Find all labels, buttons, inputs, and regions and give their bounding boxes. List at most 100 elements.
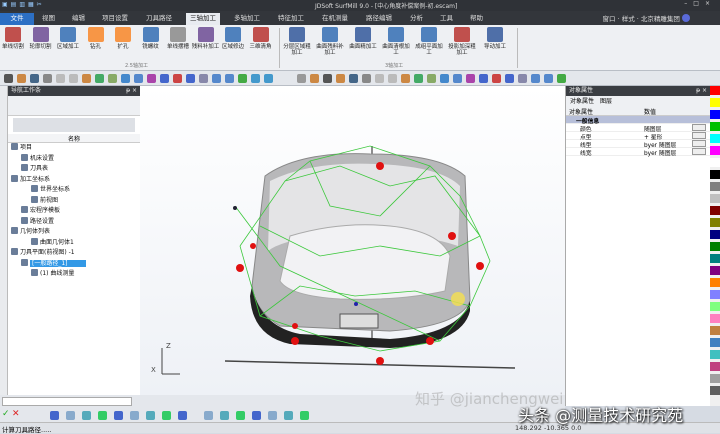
toolbar-icon[interactable] <box>134 74 143 83</box>
bottom-toolbar-icon[interactable] <box>178 411 187 420</box>
palette-swatch[interactable] <box>710 338 720 347</box>
tab-6[interactable]: 特征加工 <box>274 13 308 25</box>
bottom-toolbar-icon[interactable] <box>98 411 107 420</box>
toolbar-icon[interactable] <box>531 74 540 83</box>
style-menu[interactable]: 样式 <box>622 15 635 23</box>
tree-item[interactable]: [一般路径_1] <box>8 258 140 270</box>
palette-swatch[interactable] <box>710 386 720 395</box>
property-dropdown[interactable] <box>692 132 706 139</box>
ribbon-btn-items1-0[interactable]: 单线切割 <box>0 27 28 50</box>
window-controls[interactable]: –□× <box>684 0 716 7</box>
toolbar-icon[interactable] <box>69 74 78 83</box>
tab-11[interactable]: 帮助 <box>466 13 487 25</box>
toolbar-icon[interactable] <box>479 74 488 83</box>
ribbon-btn-items1-5[interactable]: 铣螺纹 <box>136 27 166 50</box>
toolbar-icon[interactable] <box>121 74 130 83</box>
toolbar-icon[interactable] <box>375 74 384 83</box>
bottom-toolbar-icon[interactable] <box>66 411 75 420</box>
ribbon-btn-items1-8[interactable]: 区域修边 <box>218 27 248 50</box>
toolbar-icon[interactable] <box>82 74 91 83</box>
tab-4[interactable]: 三轴加工 <box>186 13 220 25</box>
property-dropdown[interactable] <box>692 148 706 155</box>
toolbar-icon[interactable] <box>173 74 182 83</box>
toolbar-icon[interactable] <box>505 74 514 83</box>
3d-viewport[interactable]: Z X <box>140 86 565 395</box>
tab-file[interactable]: 文件 <box>0 13 34 25</box>
property-row[interactable]: 线型 byer 随图层 <box>566 140 710 149</box>
tree-item[interactable]: 几何体列表 <box>8 227 140 238</box>
property-row[interactable]: 点型 + 星形 <box>566 132 710 141</box>
palette-swatch[interactable] <box>710 302 720 311</box>
close-icon[interactable]: ᵽ × <box>696 86 707 96</box>
palette-swatch[interactable] <box>710 110 720 119</box>
toolbar-icon[interactable] <box>43 74 52 83</box>
tree-item[interactable]: 刀具表 <box>8 164 140 175</box>
tree-item[interactable]: 路径设置 <box>8 216 140 228</box>
left-tool-strip[interactable] <box>0 86 8 406</box>
toolbar-icon[interactable] <box>264 74 273 83</box>
property-row[interactable]: 线宽 byer 随图层 <box>566 148 710 157</box>
nav-tab-icons[interactable] <box>8 96 140 116</box>
ribbon-btn-items1-9[interactable]: 三维清角 <box>246 27 276 50</box>
horizontal-scrollbar[interactable] <box>2 397 132 406</box>
palette-swatch[interactable] <box>710 374 720 383</box>
toolbar-icon[interactable] <box>4 74 13 83</box>
ribbon-btn-items1-2[interactable]: 区域加工 <box>53 27 83 50</box>
toolbar-icon[interactable] <box>427 74 436 83</box>
tree-item[interactable]: 项目 <box>8 143 140 154</box>
tab-9[interactable]: 分析 <box>406 13 427 25</box>
property-dropdown[interactable] <box>692 124 706 131</box>
ribbon-btn-items2-0[interactable]: 分层区域粗加工 <box>282 27 312 56</box>
ribbon-btn-items2-3[interactable]: 曲面清根加工 <box>381 27 411 56</box>
palette-swatch[interactable] <box>710 86 720 95</box>
bottom-toolbar-icon[interactable] <box>252 411 261 420</box>
help-icon[interactable] <box>682 14 690 22</box>
toolbar-icon[interactable] <box>388 74 397 83</box>
palette-swatch[interactable] <box>710 206 720 215</box>
toolbar-icon[interactable] <box>349 74 358 83</box>
confirm-icon[interactable]: ✓ <box>2 409 10 419</box>
palette-swatch[interactable] <box>710 170 720 179</box>
tab-object-props[interactable]: 对象属性 <box>570 98 594 105</box>
ribbon-btn-items2-5[interactable]: 投影加深粗加工 <box>447 27 477 56</box>
tree-item[interactable]: 曲面几何体1 <box>8 237 140 249</box>
tab-2[interactable]: 项目设置 <box>98 13 132 25</box>
bottom-toolbar-icon[interactable] <box>50 411 59 420</box>
bottom-toolbar-icon[interactable] <box>220 411 229 420</box>
toolbar-icon[interactable] <box>238 74 247 83</box>
tree-item[interactable]: 机床设置 <box>8 153 140 165</box>
tab-layers[interactable]: 图层 <box>600 98 612 105</box>
bottom-toolbar-icon[interactable] <box>146 411 155 420</box>
bottom-toolbar-icon[interactable] <box>284 411 293 420</box>
bottom-toolbar-icon[interactable] <box>236 411 245 420</box>
window-menu[interactable]: 窗口 <box>603 15 616 23</box>
quick-access-toolbar[interactable]: ▣▤▥▦✂ <box>2 1 45 8</box>
toolbar-icon[interactable] <box>336 74 345 83</box>
tab-10[interactable]: 工具 <box>436 13 457 25</box>
tree-item[interactable]: 前视图 <box>8 195 140 207</box>
property-dropdown[interactable] <box>692 140 706 147</box>
color-palette[interactable] <box>710 86 720 406</box>
toolbar-icon[interactable] <box>30 74 39 83</box>
toolbar-icon[interactable] <box>212 74 221 83</box>
toolbar-icon[interactable] <box>95 74 104 83</box>
palette-swatch[interactable] <box>710 146 720 155</box>
toolbar-icon[interactable] <box>466 74 475 83</box>
palette-swatch[interactable] <box>710 134 720 143</box>
property-row[interactable]: 颜色 随图层 <box>566 124 710 133</box>
tree-item[interactable]: 刀具平面(前视图) -1 <box>8 248 140 259</box>
nav-tool-icons[interactable] <box>13 118 135 132</box>
toolbar-icon[interactable] <box>186 74 195 83</box>
palette-swatch[interactable] <box>710 254 720 263</box>
toolbar-icon[interactable] <box>453 74 462 83</box>
ribbon-btn-items1-1[interactable]: 轮廓切割 <box>26 27 56 50</box>
palette-swatch[interactable] <box>710 218 720 227</box>
palette-swatch[interactable] <box>710 182 720 191</box>
bottom-toolbar-icon[interactable] <box>114 411 123 420</box>
toolbar-icon[interactable] <box>518 74 527 83</box>
tab-5[interactable]: 多轴加工 <box>230 13 264 25</box>
tree-item[interactable]: (1) 曲线测量 <box>8 269 140 280</box>
palette-swatch[interactable] <box>710 230 720 239</box>
palette-swatch[interactable] <box>710 242 720 251</box>
ribbon-btn-items2-4[interactable]: 成组平面加工 <box>414 27 444 56</box>
